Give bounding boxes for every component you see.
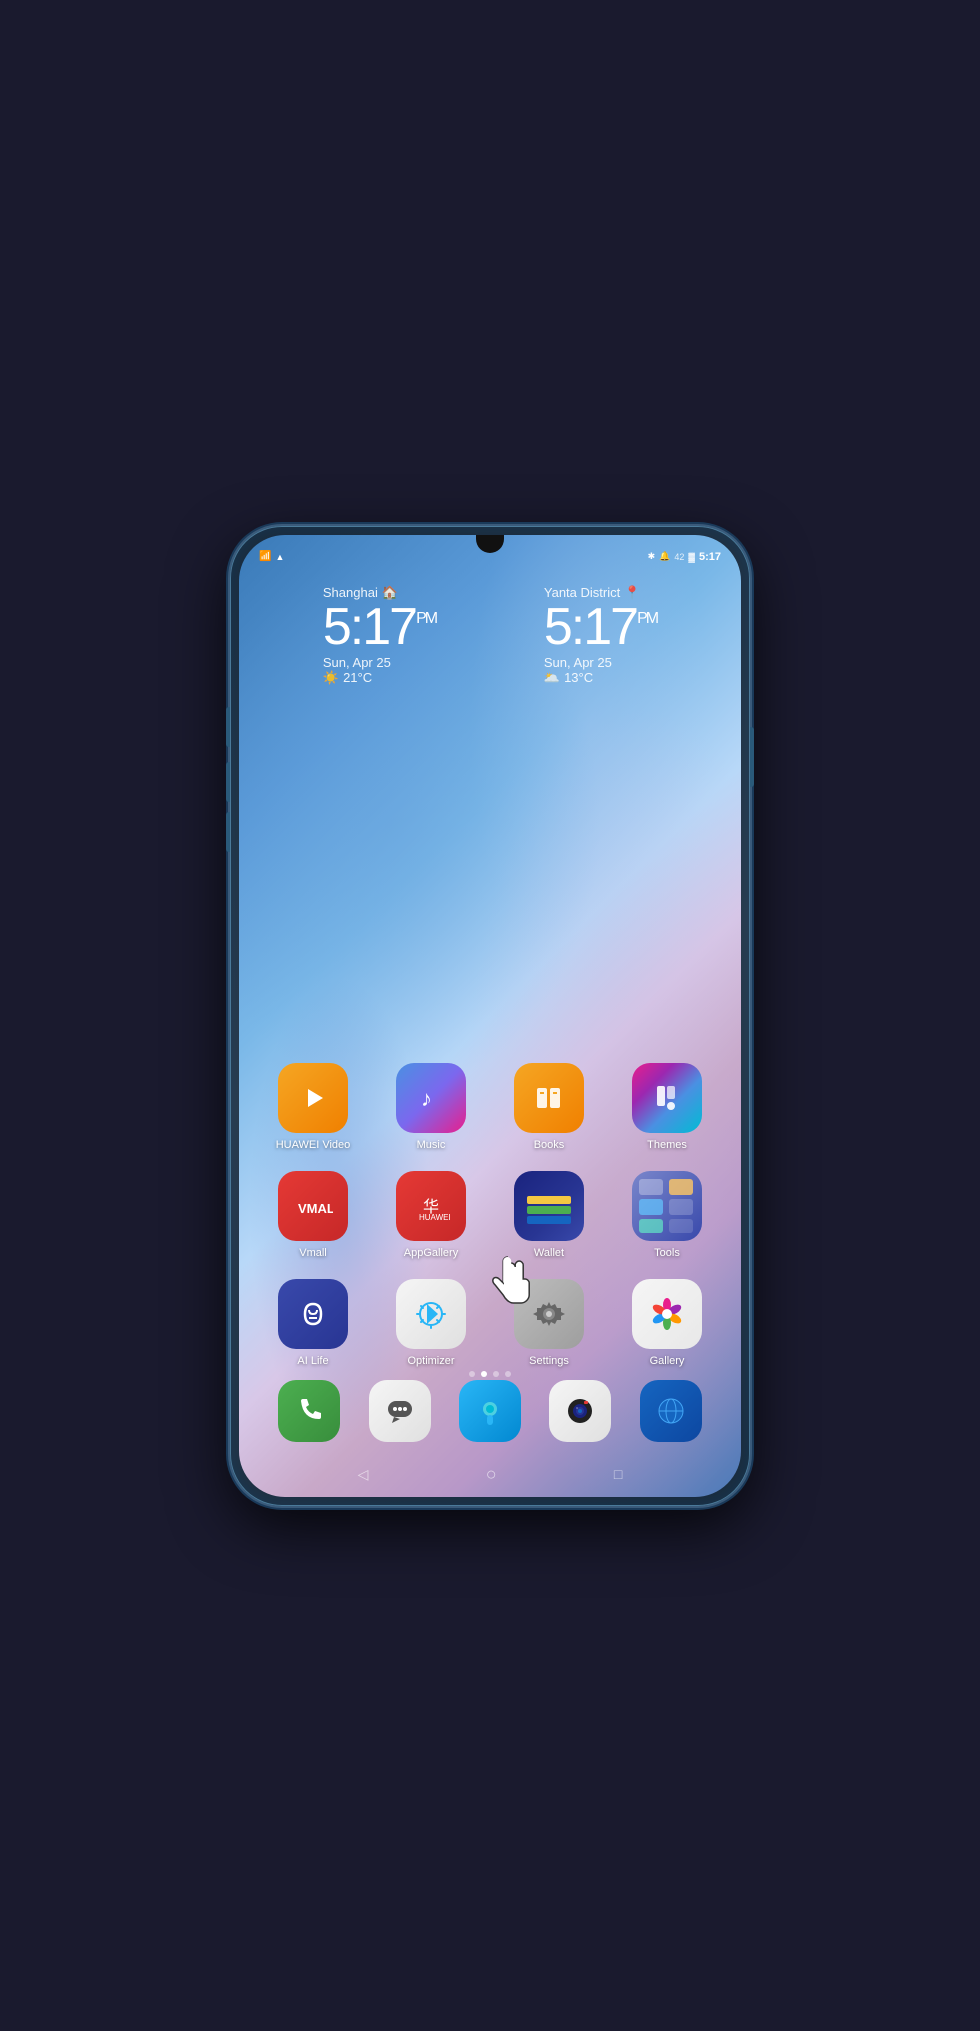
app-themes[interactable]: Themes [613,1063,721,1151]
clock-time-2: 5:17PM [544,601,657,653]
gallery-icon [632,1279,702,1349]
battery-icon: ▓ [688,552,695,562]
huawei-video-icon [278,1063,348,1133]
page-dot-1 [469,1371,475,1377]
wifi-icon: ▲ [275,552,284,562]
dock-phone[interactable] [278,1380,340,1442]
status-right: ✱ 🔔 42 ▓ 5:17 [648,551,721,563]
themes-icon [632,1063,702,1133]
clock-area: Shanghai 🏠 5:17PM Sun, Apr 25 ☀️ 21°C Ya… [239,585,741,686]
dock-camera[interactable] [549,1380,611,1442]
phone-icon [278,1380,340,1442]
status-left: 📶 ▲ [259,551,284,562]
phone-screen: 📶 ▲ ✱ 🔔 42 ▓ 5:17 Shanghai 🏠 5:17PM [239,535,741,1497]
appgallery-label: AppGallery [404,1247,458,1259]
camera-icon [549,1380,611,1442]
app-books[interactable]: Books [495,1063,603,1151]
gallery-label: Gallery [650,1355,685,1367]
clock-date-2: Sun, Apr 25 [544,655,657,670]
app-gallery[interactable]: Gallery [613,1279,721,1367]
support-icon [459,1380,521,1442]
clock-weather-2: 🌥️ 13°C [544,670,657,686]
clock-city-2: Yanta District 📍 [544,585,657,601]
svg-text:VMALL: VMALL [298,1201,333,1216]
dock [239,1380,741,1442]
browser-icon [640,1380,702,1442]
ai-life-label: AI Life [297,1355,328,1367]
settings-label: Settings [529,1355,569,1367]
vmall-icon: VMALL [278,1171,348,1241]
nav-bar: ◁ ○ □ [239,1464,741,1485]
svg-text:♪: ♪ [421,1086,432,1111]
app-music[interactable]: ♪ Music [377,1063,485,1151]
page-dot-4 [505,1371,511,1377]
phone-device: 📶 ▲ ✱ 🔔 42 ▓ 5:17 Shanghai 🏠 5:17PM [230,526,750,1506]
app-ai-life[interactable]: AI Life [259,1279,367,1367]
tools-icon [632,1171,702,1241]
books-label: Books [534,1139,565,1151]
sim-icon: 📶 [259,551,271,562]
clock-city-1: Shanghai 🏠 [323,585,436,601]
clock-time-1: 5:17PM [323,601,436,653]
music-label: Music [417,1139,446,1151]
bell-icon: 🔔 [659,551,670,562]
svg-text:HUAWEI: HUAWEI [419,1213,451,1222]
page-dot-2 [481,1371,487,1377]
weather-icon-1: ☀️ [323,670,339,686]
status-time: 5:17 [699,551,721,563]
clock-weather-1: ☀️ 21°C [323,670,436,686]
app-appgallery[interactable]: 华 HUAWEI AppGallery [377,1171,485,1259]
themes-label: Themes [647,1139,687,1151]
optimizer-icon [396,1279,466,1349]
ai-life-icon [278,1279,348,1349]
home-icon: 🏠 [382,585,398,601]
tools-label: Tools [654,1247,680,1259]
dock-messages[interactable] [369,1380,431,1442]
clock-date-1: Sun, Apr 25 [323,655,436,670]
dock-browser[interactable] [640,1380,702,1442]
wallet-label: Wallet [534,1247,564,1259]
messages-icon [369,1380,431,1442]
clock-widget-shanghai: Shanghai 🏠 5:17PM Sun, Apr 25 ☀️ 21°C [323,585,436,686]
home-button[interactable]: ○ [486,1464,497,1485]
battery-level: 42 [674,552,684,562]
app-grid: HUAWEI Video ♪ Music [239,1063,741,1367]
clock-widget-yanta: Yanta District 📍 5:17PM Sun, Apr 25 🌥️ 1… [544,585,657,686]
app-wallet[interactable]: Wallet [495,1171,603,1259]
app-vmall[interactable]: VMALL Vmall [259,1171,367,1259]
bluetooth-icon: ✱ [648,551,656,562]
vmall-label: Vmall [299,1247,327,1259]
weather-icon-2: 🌥️ [544,670,560,686]
app-optimizer[interactable]: Optimizer [377,1279,485,1367]
wallet-icon [514,1171,584,1241]
pin-icon: 📍 [624,585,640,601]
page-dots [469,1371,511,1377]
recents-button[interactable]: □ [614,1466,622,1482]
dock-support[interactable] [459,1380,521,1442]
cursor [485,1255,533,1319]
music-icon: ♪ [396,1063,466,1133]
app-tools[interactable]: Tools [613,1171,721,1259]
appgallery-icon: 华 HUAWEI [396,1171,466,1241]
app-huawei-video[interactable]: HUAWEI Video [259,1063,367,1151]
back-button[interactable]: ◁ [358,1466,369,1483]
books-icon [514,1063,584,1133]
huawei-video-label: HUAWEI Video [276,1139,351,1151]
page-dot-3 [493,1371,499,1377]
optimizer-label: Optimizer [407,1355,454,1367]
